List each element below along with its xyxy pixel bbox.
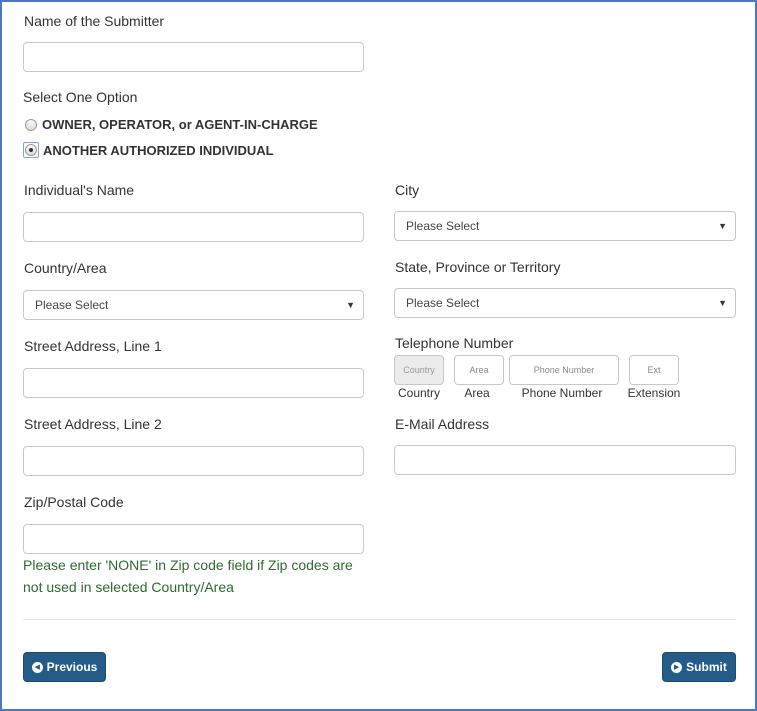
phone-ext-input[interactable]: Ext: [629, 355, 679, 385]
zip-hint: Please enter 'NONE' in Zip code field if…: [23, 557, 353, 595]
option-owner-label: OWNER, OPERATOR, or AGENT-IN-CHARGE: [42, 117, 318, 132]
country-select[interactable]: Please Select ▼: [23, 290, 364, 320]
country-select-value: Please Select: [35, 298, 109, 312]
city-select-value: Please Select: [406, 219, 480, 233]
street1-input[interactable]: [23, 368, 364, 398]
previous-button-label: Previous: [46, 660, 98, 674]
option-owner[interactable]: OWNER, OPERATOR, or AGENT-IN-CHARGE: [25, 117, 318, 132]
individual-name-label: Individual's Name: [24, 182, 135, 198]
submit-button-label: Submit: [686, 660, 727, 674]
radio-another[interactable]: [25, 144, 37, 156]
caret-down-icon: ▼: [718, 221, 727, 231]
zip-label: Zip/Postal Code: [24, 494, 124, 510]
radio-owner[interactable]: [25, 118, 37, 131]
phone-label: Telephone Number: [395, 335, 514, 351]
phone-number-caption: Phone Number: [521, 386, 603, 400]
phone-number-input[interactable]: Phone Number: [509, 355, 619, 385]
previous-button[interactable]: ◀ Previous: [23, 652, 106, 682]
street2-label: Street Address, Line 2: [24, 416, 162, 432]
option-label: Select One Option: [23, 89, 138, 105]
caret-down-icon: ▼: [346, 300, 355, 310]
street1-label: Street Address, Line 1: [24, 338, 162, 354]
submitter-label: Name of the Submitter: [24, 13, 165, 29]
radio-another-focus[interactable]: [23, 142, 39, 158]
street2-input[interactable]: [23, 446, 364, 476]
chevron-left-circle-icon: ◀: [31, 661, 43, 673]
submit-button[interactable]: ▶ Submit: [662, 652, 736, 682]
caret-down-icon: ▼: [718, 298, 727, 308]
submitter-input[interactable]: [23, 42, 364, 72]
phone-area-input[interactable]: Area: [454, 355, 504, 385]
zip-input[interactable]: [23, 524, 364, 554]
option-another-label: ANOTHER AUTHORIZED INDIVIDUAL: [43, 142, 274, 158]
chevron-right-circle-icon: ▶: [671, 661, 683, 673]
state-label: State, Province or Territory: [395, 259, 561, 275]
phone-country-input[interactable]: Country: [394, 355, 444, 385]
phone-country-caption: Country: [397, 386, 441, 400]
phone-area-caption: Area: [464, 386, 490, 400]
email-label: E-Mail Address: [395, 416, 490, 432]
email-input[interactable]: [394, 445, 736, 475]
city-label: City: [395, 182, 420, 198]
city-select[interactable]: Please Select ▼: [394, 211, 736, 241]
state-select[interactable]: Please Select ▼: [394, 288, 736, 318]
country-label: Country/Area: [24, 260, 107, 276]
form-divider: [23, 619, 736, 620]
option-another[interactable]: ANOTHER AUTHORIZED INDIVIDUAL: [23, 142, 274, 158]
phone-ext-caption: Extension: [627, 386, 681, 400]
state-select-value: Please Select: [406, 296, 480, 310]
individual-name-input[interactable]: [23, 212, 364, 242]
